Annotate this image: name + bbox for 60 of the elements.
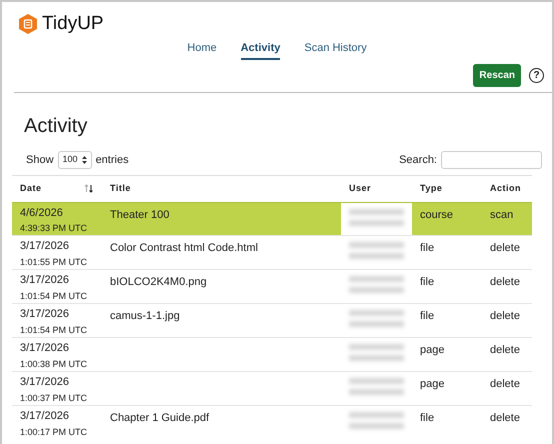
title-text: bIOLCO2K4M0.png [110,276,207,288]
time-text: 1:01:55 PM UTC [20,256,88,268]
action-text: delete [490,276,520,288]
show-label: Show [26,152,54,168]
sort-icon[interactable] [84,184,94,194]
table-row[interactable]: 3/17/2026 1:01:55 PM UTC Color Contrast html Code.html file delete [12,236,532,270]
app-name: TidyUP [42,12,104,36]
table-row[interactable]: 3/17/2026 1:01:54 PM UTC camus-1-1.jpg file delete [12,304,532,338]
entries-select[interactable]: 100 [58,151,92,169]
action-text: delete [490,378,520,390]
table-row[interactable]: 3/17/2026 1:00:37 PM UTC page delete [12,372,532,406]
type-text: file [420,242,434,254]
type-text: page [420,344,444,356]
action-text: scan [490,208,514,220]
type-text: course [420,208,454,220]
sort-caret-icon [82,156,87,164]
date-text: 3/17/2026 [20,342,70,356]
action-text: delete [490,242,520,254]
column-header[interactable]: User [349,182,372,196]
nav-tab[interactable]: Activity [240,40,280,60]
date-text: 3/17/2026 [20,274,70,288]
time-text: 1:00:37 PM UTC [20,392,88,404]
rescan-button[interactable]: Rescan [473,64,521,87]
date-text: 3/17/2026 [20,376,70,390]
nav-tab[interactable]: Home [187,40,217,60]
table-row[interactable]: 3/17/2026 1:00:17 PM UTC Chapter 1 Guide.pdf file delete [12,406,532,440]
title-text: Chapter 1 Guide.pdf [110,412,210,424]
title-text: Color Contrast html Code.html [110,242,258,254]
date-text: 3/17/2026 [20,410,70,424]
time-text: 1:00:38 PM UTC [20,358,88,370]
date-text: 3/17/2026 [20,308,70,322]
action-text: delete [490,412,520,424]
time-text: 1:00:17 PM UTC [20,426,88,438]
date-text: 4/6/2026 [20,206,64,220]
type-text: file [420,276,434,288]
column-header[interactable]: Type [420,182,442,196]
action-text: delete [490,310,520,322]
table-row[interactable]: 4/6/2026 4:39:33 PM UTC Theater 100 course scan [12,202,532,236]
column-header[interactable]: Action [490,182,521,196]
logo-icon [18,13,38,36]
search-label: Search: [399,152,437,168]
entries-label: entries [96,152,129,168]
type-text: page [420,378,444,390]
page-heading: Activity [24,114,88,139]
title-text: camus-1-1.jpg [110,310,180,322]
table-row[interactable]: 3/17/2026 1:00:38 PM UTC page delete [12,338,532,372]
time-text: 4:39:33 PM UTC [20,222,88,234]
type-text: file [420,310,434,322]
column-header[interactable]: Date [20,182,42,196]
nav-tab[interactable]: Scan History [304,40,367,60]
table-row[interactable]: 3/17/2026 1:01:54 PM UTC bIOLCO2K4M0.png file delete [12,270,532,304]
type-text: file [420,412,434,424]
column-header[interactable]: Title [110,182,131,196]
help-icon[interactable]: ? [529,68,544,83]
action-text: delete [490,344,520,356]
time-text: 1:01:54 PM UTC [20,290,88,302]
date-text: 3/17/2026 [20,240,70,254]
title-text: Theater 100 [110,208,170,220]
search-field[interactable] [441,151,542,169]
time-text: 1:01:54 PM UTC [20,324,88,336]
